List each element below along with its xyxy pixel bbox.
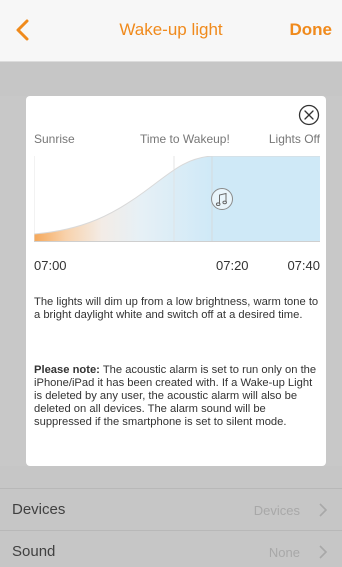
- sunrise-label: Sunrise: [34, 132, 75, 146]
- note-text: Please note: The acoustic alarm is set t…: [34, 364, 320, 429]
- devices-label: Devices: [12, 501, 66, 518]
- wakeup-label: Time to Wakeup!: [140, 132, 230, 146]
- navigation-bar: Wake-up light Done: [0, 0, 342, 62]
- sound-label: Sound: [12, 543, 56, 560]
- brightness-curve-fill: [34, 156, 212, 242]
- chevron-right-icon: [319, 545, 328, 559]
- brightness-curve-graphic: [34, 156, 320, 242]
- end-time: 07:40: [287, 258, 320, 273]
- lights-off-label: Lights Off: [268, 132, 320, 146]
- wake-up-light-screen: Wake-up light Done Sunrise Time to Wakeu…: [0, 0, 342, 567]
- info-dialog: Sunrise Time to Wakeup! Lights Off 07:00…: [26, 96, 326, 466]
- sound-row[interactable]: Sound None: [0, 530, 342, 567]
- dimmed-background: [0, 466, 342, 488]
- done-button[interactable]: Done: [290, 20, 333, 40]
- wakeup-time: 07:20: [216, 258, 249, 273]
- time-labels: 07:00 07:20 07:40: [34, 258, 320, 276]
- music-note-icon: [211, 188, 233, 210]
- description-text: The lights will dim up from a low bright…: [34, 296, 319, 321]
- phase-labels: Sunrise Time to Wakeup! Lights Off: [34, 132, 320, 150]
- devices-value: Devices: [253, 503, 300, 518]
- sound-value: None: [268, 545, 300, 560]
- devices-row[interactable]: Devices Devices: [0, 488, 342, 530]
- start-time: 07:00: [34, 258, 67, 273]
- note-heading: Please note:: [34, 364, 100, 376]
- chevron-right-icon: [319, 503, 328, 517]
- close-circle-icon: [298, 104, 320, 126]
- close-button[interactable]: [298, 104, 320, 126]
- dimmed-background: [0, 62, 342, 96]
